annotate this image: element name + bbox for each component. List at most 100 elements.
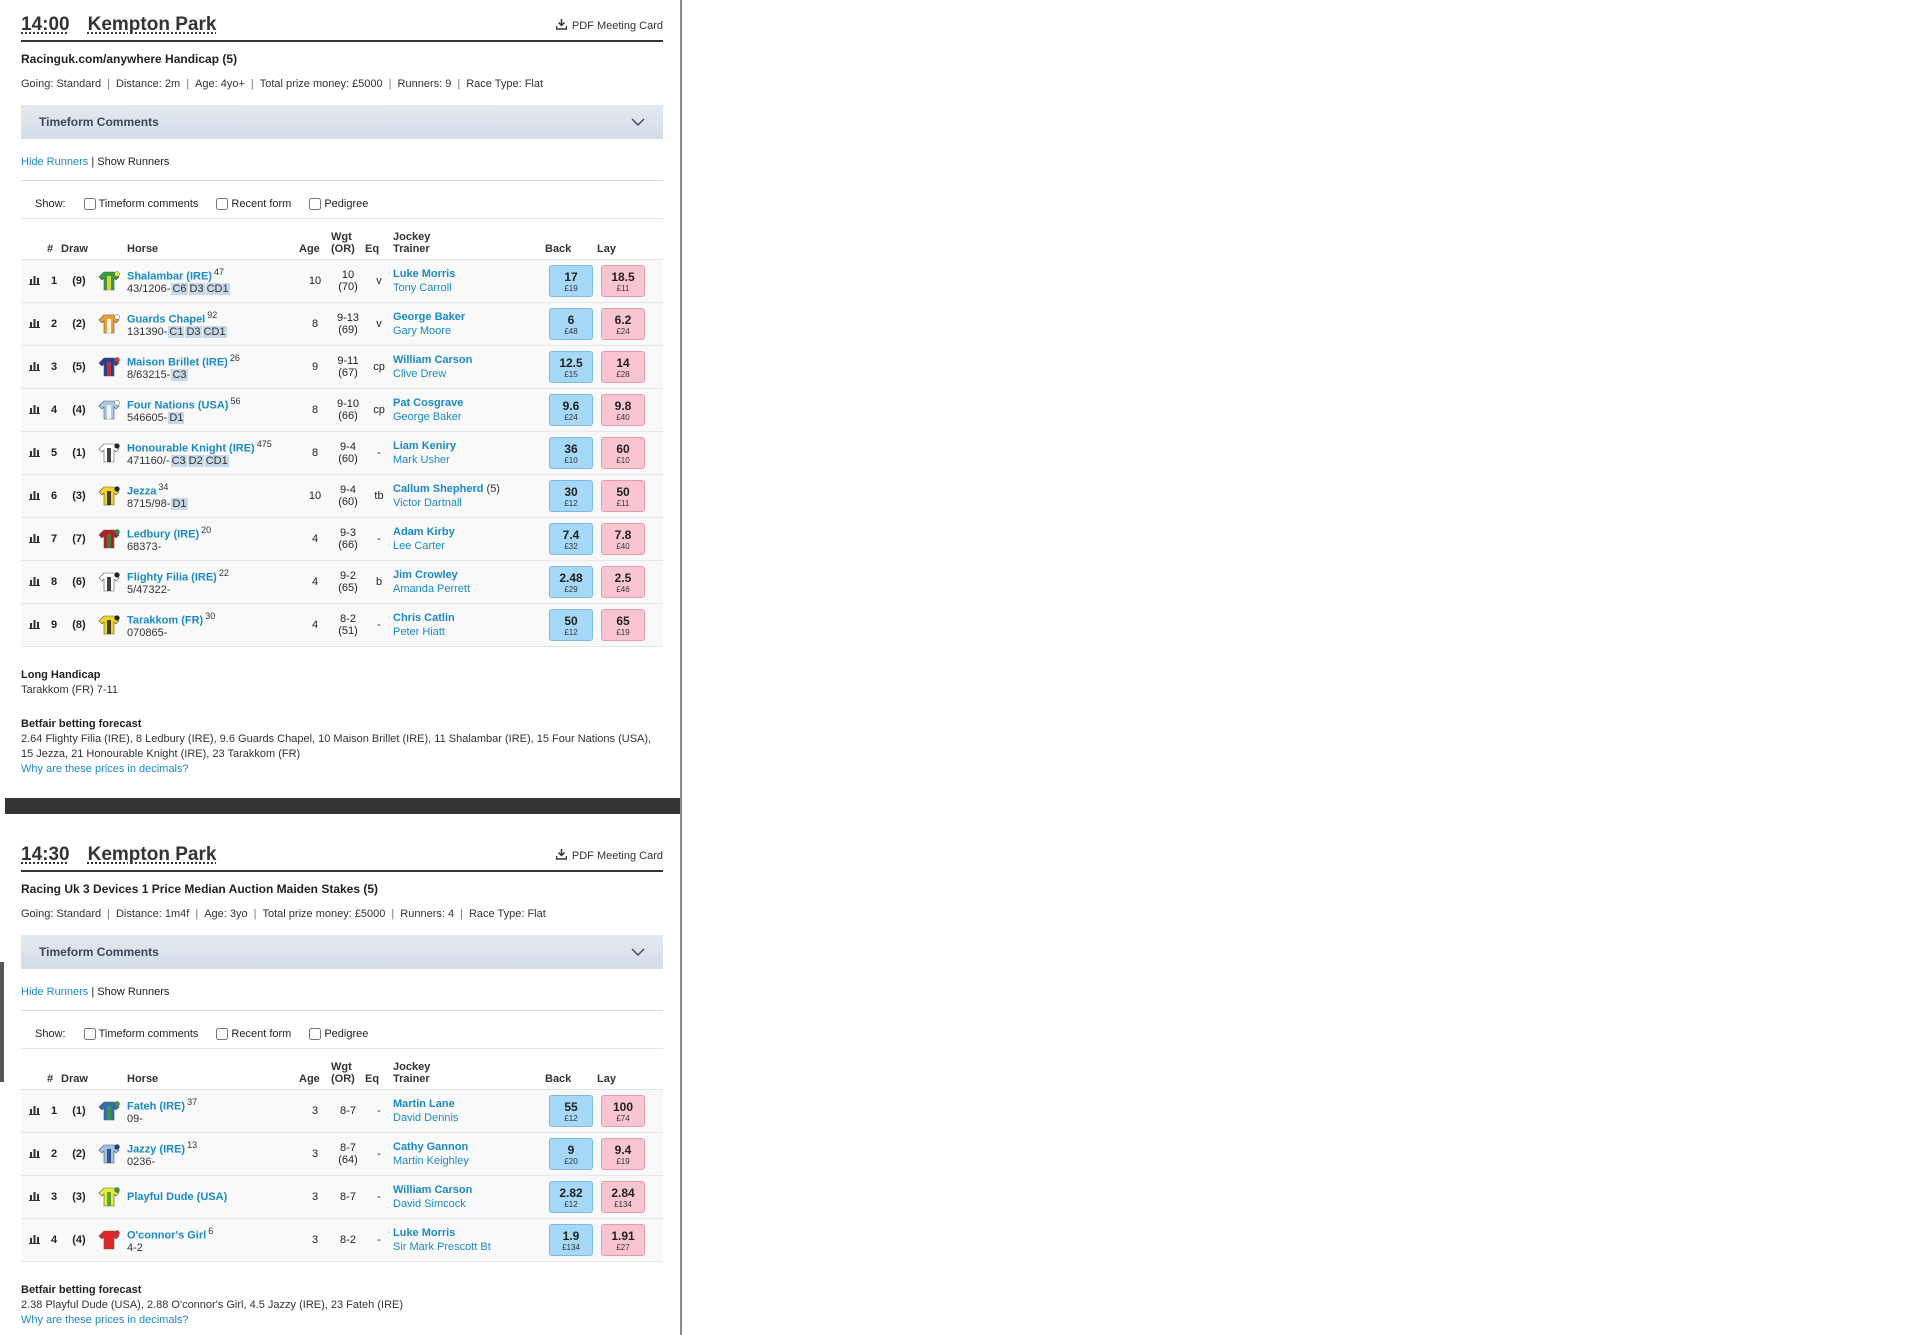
jockey-link[interactable]: Luke Morris (393, 268, 455, 280)
horse-name-link[interactable]: Four Nations (USA) (127, 399, 228, 411)
horse-name-link[interactable]: Jazzy (IRE) (127, 1143, 185, 1155)
recent-form-checkbox-label[interactable]: Recent form (216, 198, 291, 210)
timeform-comments-checkbox-label[interactable]: Timeform comments (83, 1028, 198, 1040)
back-odds-button[interactable]: 36 £10 (549, 437, 593, 469)
form-chart-icon[interactable] (21, 259, 47, 303)
back-odds-button[interactable]: 2.48 £29 (549, 566, 593, 598)
lay-odds-button[interactable]: 2.5 £46 (601, 566, 645, 598)
pedigree-checkbox-label[interactable]: Pedigree (309, 1028, 368, 1040)
jockey-link[interactable]: Chris Catlin (393, 612, 455, 624)
trainer-link[interactable]: Victor Dartnall (393, 497, 545, 509)
horse-name-link[interactable]: Maison Brillet (IRE) (127, 356, 228, 368)
horse-name-link[interactable]: Jezza (127, 485, 156, 497)
form-chart-icon[interactable] (21, 517, 47, 561)
form-chart-icon[interactable] (21, 474, 47, 518)
form-chart-icon[interactable] (21, 1132, 47, 1176)
form-chart-icon[interactable] (21, 1218, 47, 1262)
timeform-comments-checkbox-label[interactable]: Timeform comments (83, 198, 198, 210)
trainer-link[interactable]: Martin Keighley (393, 1155, 545, 1167)
horse-name-link[interactable]: Shalambar (IRE) (127, 270, 212, 282)
lay-odds-button[interactable]: 9.8 £40 (601, 394, 645, 426)
trainer-link[interactable]: Tony Carroll (393, 282, 545, 294)
lay-odds-button[interactable]: 1.91 £27 (601, 1224, 645, 1256)
hide-runners-link[interactable]: Hide Runners (21, 156, 88, 168)
back-odds-button[interactable]: 2.82 £12 (549, 1181, 593, 1213)
lay-odds-button[interactable]: 100 £74 (601, 1095, 645, 1127)
jockey-link[interactable]: William Carson (393, 354, 472, 366)
pedigree-checkbox[interactable] (309, 198, 322, 210)
form-chart-icon[interactable] (21, 1089, 47, 1133)
horse-name-link[interactable]: Guards Chapel (127, 313, 205, 325)
back-odds-button[interactable]: 17 £19 (549, 265, 593, 297)
race-course-link[interactable]: Kempton Park (88, 844, 217, 866)
back-odds-button[interactable]: 50 £12 (549, 609, 593, 641)
decimal-prices-link[interactable]: Why are these prices in decimals? (21, 762, 663, 777)
decimal-prices-link[interactable]: Why are these prices in decimals? (21, 1313, 663, 1328)
jockey-link[interactable]: Luke Morris (393, 1227, 455, 1239)
timeform-comments-checkbox[interactable] (83, 198, 96, 210)
horse-name-link[interactable]: Playful Dude (USA) (127, 1191, 227, 1203)
race-time-link[interactable]: 14:30 (21, 844, 70, 866)
jockey-link[interactable]: George Baker (393, 311, 465, 323)
pedigree-checkbox-label[interactable]: Pedigree (309, 198, 368, 210)
back-odds-button[interactable]: 12.5 £15 (549, 351, 593, 383)
jockey-link[interactable]: Liam Keniry (393, 440, 456, 452)
show-runners-link[interactable]: Show Runners (97, 156, 169, 168)
lay-odds-button[interactable]: 60 £10 (601, 437, 645, 469)
form-chart-icon[interactable] (21, 603, 47, 647)
horse-name-link[interactable]: Fateh (IRE) (127, 1100, 185, 1112)
show-runners-link[interactable]: Show Runners (97, 986, 169, 998)
recent-form-checkbox-label[interactable]: Recent form (216, 1028, 291, 1040)
trainer-link[interactable]: David Simcock (393, 1198, 545, 1210)
jockey-link[interactable]: Adam Kirby (393, 526, 455, 538)
jockey-link[interactable]: Cathy Gannon (393, 1141, 468, 1153)
form-chart-icon[interactable] (21, 1175, 47, 1219)
lay-odds-button[interactable]: 50 £11 (601, 480, 645, 512)
trainer-link[interactable]: Sir Mark Prescott Bt (393, 1241, 545, 1253)
jockey-link[interactable]: Martin Lane (393, 1098, 455, 1110)
jockey-link[interactable]: Callum Shepherd (393, 483, 483, 495)
trainer-link[interactable]: David Dennis (393, 1112, 545, 1124)
horse-name-link[interactable]: O'connor's Girl (127, 1229, 206, 1241)
form-chart-icon[interactable] (21, 345, 47, 389)
pdf-meeting-card-link[interactable]: PDF Meeting Card (555, 849, 663, 866)
timeform-comments-toggle[interactable]: Timeform Comments (21, 935, 663, 969)
lay-odds-button[interactable]: 65 £19 (601, 609, 645, 641)
lay-odds-button[interactable]: 14 £28 (601, 351, 645, 383)
pedigree-checkbox[interactable] (309, 1028, 322, 1040)
jockey-link[interactable]: Pat Cosgrave (393, 397, 463, 409)
lay-odds-button[interactable]: 9.4 £19 (601, 1138, 645, 1170)
horse-name-link[interactable]: Tarakkom (FR) (127, 614, 203, 626)
back-odds-button[interactable]: 6 £48 (549, 308, 593, 340)
lay-odds-button[interactable]: 2.84 £134 (601, 1181, 645, 1213)
recent-form-checkbox[interactable] (216, 198, 229, 210)
back-odds-button[interactable]: 7.4 £32 (549, 523, 593, 555)
lay-odds-button[interactable]: 7.8 £40 (601, 523, 645, 555)
recent-form-checkbox[interactable] (216, 1028, 229, 1040)
back-odds-button[interactable]: 1.9 £134 (549, 1224, 593, 1256)
back-odds-button[interactable]: 30 £12 (549, 480, 593, 512)
race-time-link[interactable]: 14:00 (21, 14, 70, 36)
timeform-comments-checkbox[interactable] (83, 1028, 96, 1040)
trainer-link[interactable]: Clive Drew (393, 368, 545, 380)
trainer-link[interactable]: Amanda Perrett (393, 583, 545, 595)
lay-odds-button[interactable]: 6.2 £24 (601, 308, 645, 340)
horse-name-link[interactable]: Honourable Knight (IRE) (127, 442, 255, 454)
jockey-link[interactable]: Jim Crowley (393, 569, 458, 581)
race-course-link[interactable]: Kempton Park (88, 14, 217, 36)
horse-name-link[interactable]: Flighty Filia (IRE) (127, 571, 217, 583)
form-chart-icon[interactable] (21, 302, 47, 346)
trainer-link[interactable]: George Baker (393, 411, 545, 423)
back-odds-button[interactable]: 9.6 £24 (549, 394, 593, 426)
trainer-link[interactable]: Mark Usher (393, 454, 545, 466)
jockey-link[interactable]: William Carson (393, 1184, 472, 1196)
pdf-meeting-card-link[interactable]: PDF Meeting Card (555, 19, 663, 36)
form-chart-icon[interactable] (21, 388, 47, 432)
trainer-link[interactable]: Peter Hiatt (393, 626, 545, 638)
timeform-comments-toggle[interactable]: Timeform Comments (21, 105, 663, 139)
form-chart-icon[interactable] (21, 431, 47, 475)
hide-runners-link[interactable]: Hide Runners (21, 986, 88, 998)
back-odds-button[interactable]: 9 £20 (549, 1138, 593, 1170)
trainer-link[interactable]: Gary Moore (393, 325, 545, 337)
trainer-link[interactable]: Lee Carter (393, 540, 545, 552)
